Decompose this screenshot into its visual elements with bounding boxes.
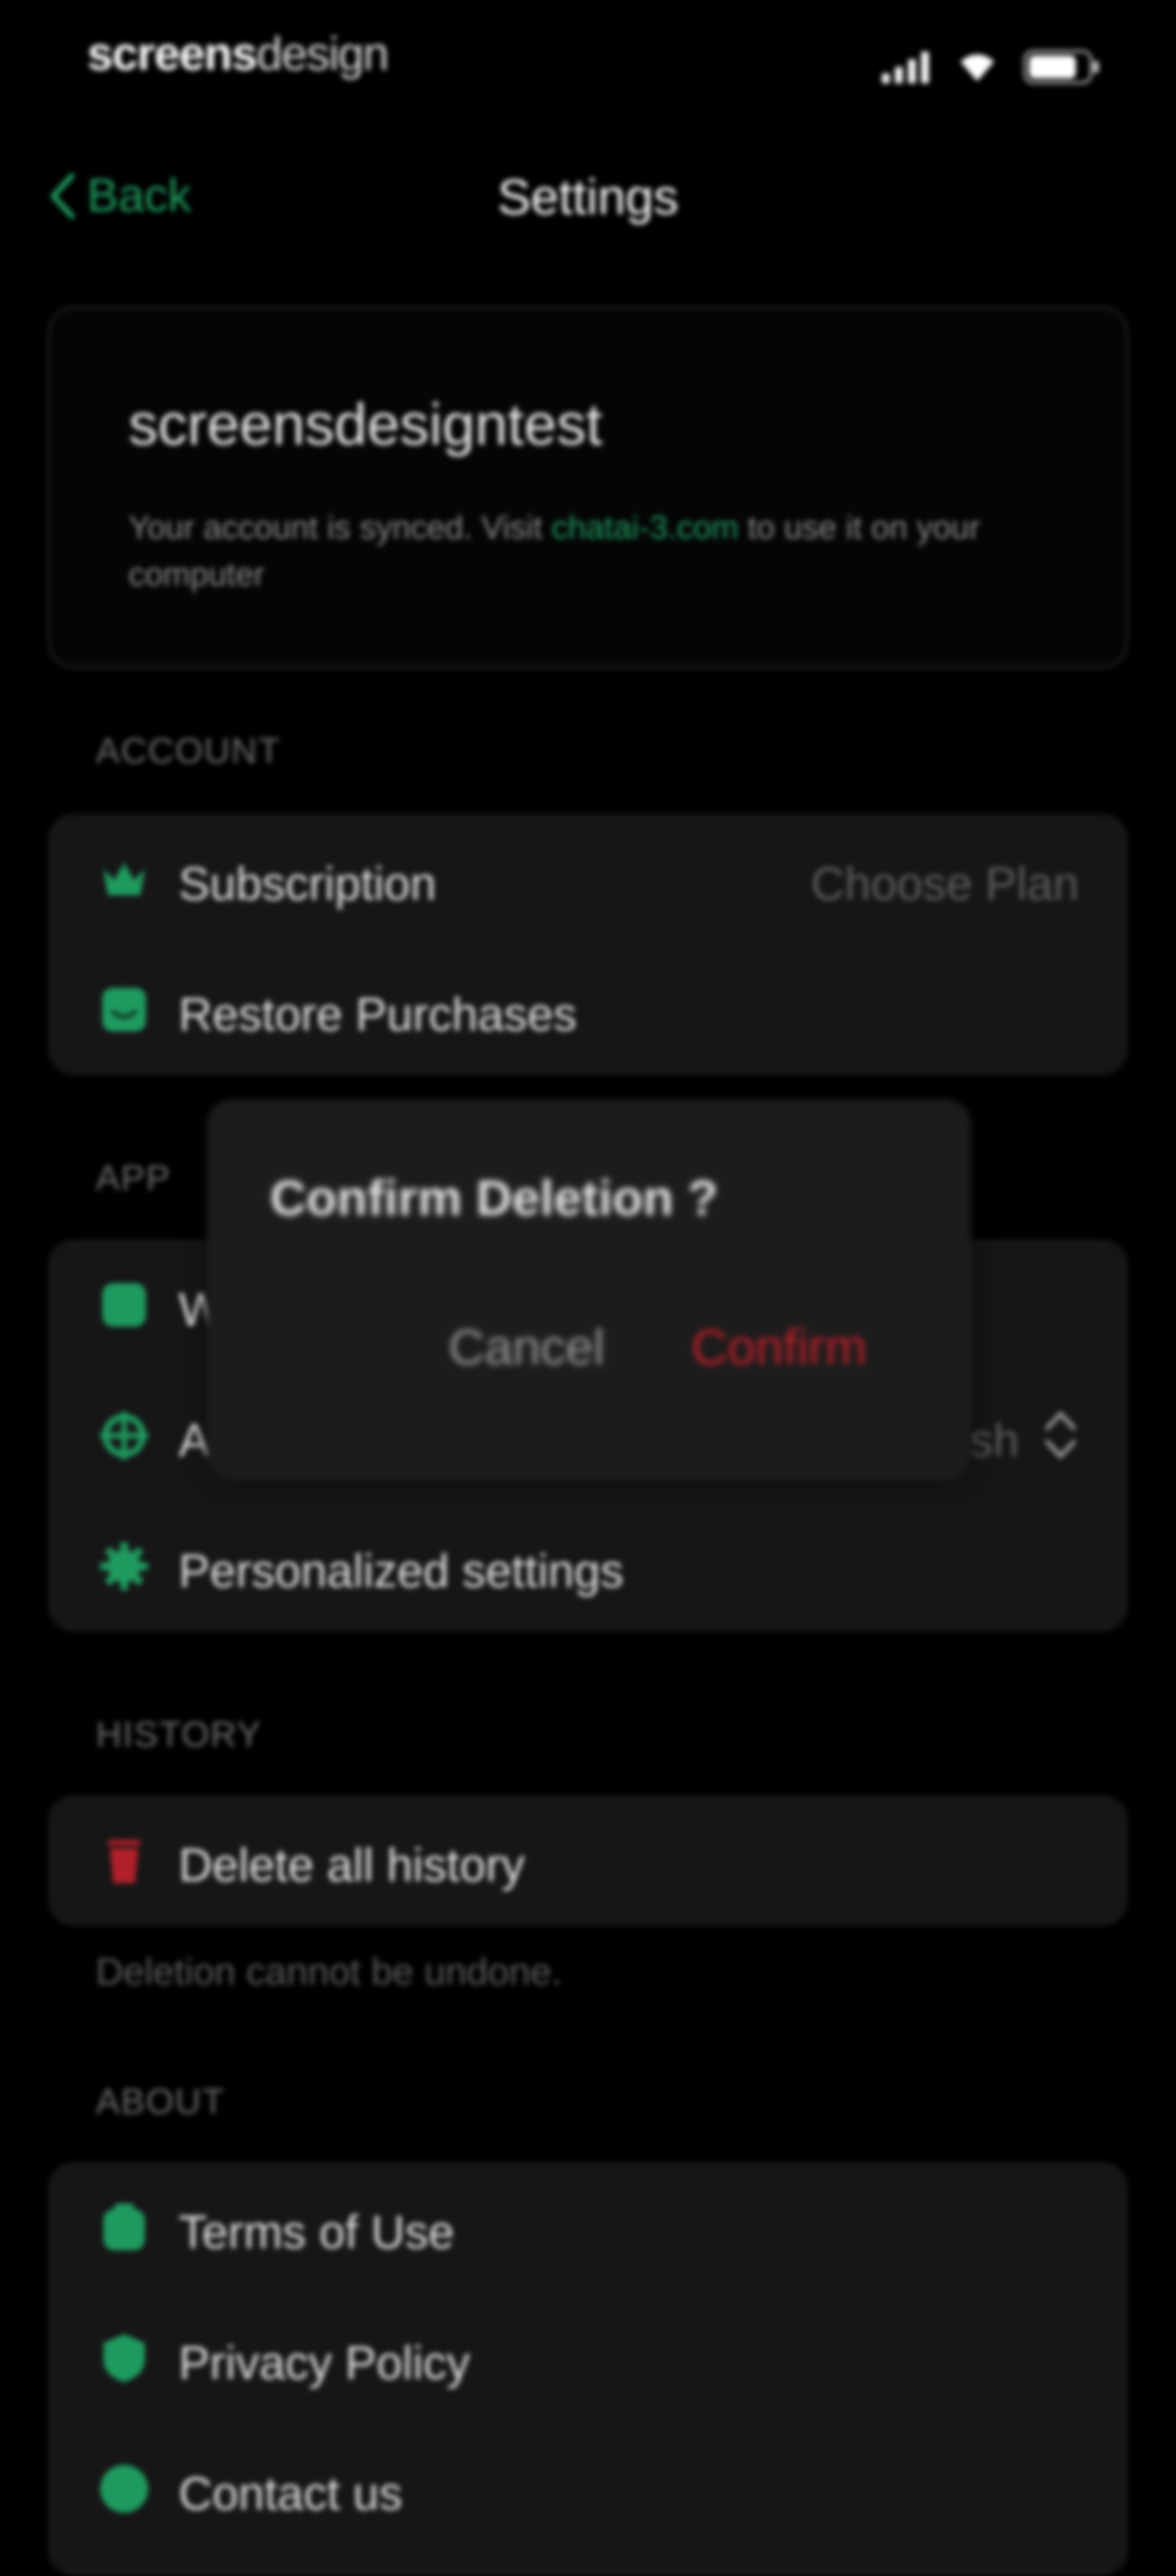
- battery-icon: [1024, 50, 1099, 84]
- account-username: screensdesigntest: [128, 391, 603, 457]
- brand-logo-light: design: [256, 28, 389, 80]
- crosshair-icon: [100, 1412, 148, 1460]
- personalized-settings-label: Personalized settings: [179, 1545, 624, 1597]
- section-header-app: APP: [96, 1157, 171, 1198]
- settings-row-delete-history[interactable]: Delete all history: [48, 1795, 1128, 1926]
- settings-row-terms[interactable]: Terms of Use: [48, 2162, 1128, 2293]
- wifi-icon: [960, 54, 994, 81]
- section-header-about: ABOUT: [96, 2081, 225, 2121]
- account-sync-note: Your account is synced. Visit chatai-3.c…: [128, 504, 1065, 598]
- brand-logo: screensdesign: [87, 27, 389, 81]
- about-group: Terms of Use Privacy Policy Contact us: [48, 2162, 1128, 2576]
- settings-row-personalized[interactable]: Personalized settings: [48, 1501, 1128, 1632]
- chevron-up-down-icon[interactable]: [1039, 1405, 1082, 1465]
- restore-icon: [102, 988, 146, 1031]
- privacy-label: Privacy Policy: [179, 2337, 470, 2389]
- delete-history-label: Delete all history: [179, 1839, 525, 1891]
- crown-icon: [103, 863, 145, 895]
- brand-logo-bold: screens: [87, 28, 258, 80]
- history-group: Delete all history: [48, 1795, 1128, 1926]
- terms-label: Terms of Use: [179, 2206, 455, 2258]
- section-header-account: ACCOUNT: [96, 730, 281, 771]
- subscription-label: Subscription: [179, 858, 437, 910]
- contact-label: Contact us: [179, 2468, 403, 2520]
- document-icon: [103, 2203, 145, 2250]
- settings-screen: screensdesign Back Settings screensdesig…: [0, 0, 1176, 2576]
- restore-purchases-label: Restore Purchases: [179, 988, 577, 1041]
- subscription-value: Choose Plan: [811, 858, 1079, 910]
- appearance-label: A: [179, 1414, 210, 1467]
- appearance-value: sh: [970, 1414, 1019, 1467]
- page-title: Settings: [497, 169, 679, 225]
- nav-bar: Back Settings: [0, 152, 1176, 240]
- trash-icon: [108, 1840, 140, 1883]
- account-card: screensdesigntest Your account is synced…: [48, 306, 1128, 669]
- section-header-history: HISTORY: [96, 1714, 262, 1754]
- signal-icon: [882, 52, 929, 83]
- settings-row-subscription[interactable]: Subscription Choose Plan: [48, 814, 1128, 944]
- settings-row-privacy[interactable]: Privacy Policy: [48, 2293, 1128, 2424]
- confirm-button[interactable]: Confirm: [691, 1319, 867, 1376]
- website-link[interactable]: chatai-3.com: [552, 509, 738, 546]
- gear-icon: [100, 1542, 148, 1590]
- confirm-deletion-dialog: Confirm Deletion ? Cancel Confirm: [207, 1099, 971, 1480]
- account-group: Subscription Choose Plan Restore Purchas…: [48, 814, 1128, 1075]
- shield-icon: [103, 2334, 145, 2382]
- dialog-title: Confirm Deletion ?: [270, 1170, 718, 1226]
- widget-icon: [102, 1283, 146, 1327]
- status-bar: screensdesign: [0, 0, 1176, 109]
- status-icons: [882, 50, 1100, 84]
- account-note-prefix: Your account is synced. Visit: [128, 509, 552, 546]
- delete-history-footnote: Deletion cannot be undone.: [96, 1950, 562, 1993]
- settings-row-contact[interactable]: Contact us: [48, 2424, 1128, 2554]
- settings-row-restore-purchases[interactable]: Restore Purchases: [48, 944, 1128, 1075]
- cancel-button[interactable]: Cancel: [449, 1319, 604, 1376]
- mail-icon: [100, 2465, 148, 2513]
